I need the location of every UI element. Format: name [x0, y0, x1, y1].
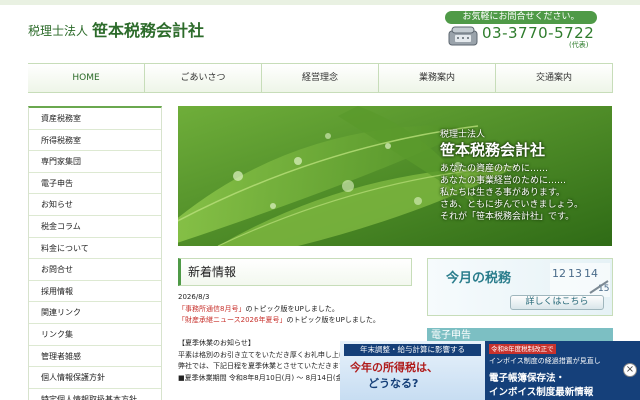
logo-small-text: 税理士法人	[28, 24, 89, 38]
side-nav-item[interactable]: 個人情報保護方針	[29, 367, 161, 389]
nav-greeting[interactable]: ごあいさつ	[144, 64, 261, 92]
top-bar	[0, 0, 640, 5]
hero-title: 笹本税務会計社	[440, 141, 546, 159]
news-text: のトピック版をUPしました。	[286, 316, 380, 324]
ad-right-headline: 電子帳簿保存法・	[489, 373, 566, 384]
cal-num: 12	[552, 267, 566, 280]
news-link[interactable]: 「財産承継ニュース2026年夏号」	[178, 316, 286, 324]
side-nav-item[interactable]: 管理者雑感	[29, 346, 161, 368]
news-date: 2026/8/3	[178, 293, 210, 301]
phone-note: (代表)	[569, 41, 589, 49]
cal-num: 13	[568, 267, 582, 280]
phone-icon	[448, 26, 478, 46]
ad-right-headline2: インボイス制度最新情報	[489, 387, 594, 398]
side-nav-item[interactable]: 専門家集団	[29, 151, 161, 173]
side-nav: 資産税務室 所得税務室 専門家集団 電子申告 お知らせ 税金コラム 料金について…	[28, 106, 162, 400]
ad-close-button[interactable]: ×	[623, 363, 637, 377]
news-heading: 新着情報	[178, 258, 412, 286]
side-nav-item[interactable]: 資産税務室	[29, 108, 161, 130]
side-nav-item[interactable]: 税金コラム	[29, 216, 161, 238]
ad-left-headline2: どうなる?	[368, 377, 419, 390]
monthly-tax-banner[interactable]: 今月の税務 12 13 14 15 詳しくはこちら	[427, 258, 613, 316]
side-nav-item[interactable]: お知らせ	[29, 194, 161, 216]
news-item: 「事務所通信8月号」のトピック版をUPしました。	[178, 304, 423, 316]
side-nav-item[interactable]: 関連リンク	[29, 302, 161, 324]
ad-left-label: 年末調整・給与計算に影響する	[344, 344, 481, 356]
nav-home[interactable]: HOME	[28, 64, 144, 92]
nav-services[interactable]: 業務案内	[378, 64, 495, 92]
side-nav-item[interactable]: お問合せ	[29, 259, 161, 281]
hero-line: それが「笹本税務会計社」です。	[440, 212, 575, 222]
ad-banner[interactable]: 年末調整・給与計算に影響する 今年の所得税は、 どうなる? 令和8年度税制改正で…	[340, 341, 640, 400]
page: 税理士法人 笹本税務会計社 お気軽にお問合せください。 03-3770-5722 …	[0, 0, 640, 400]
side-nav-item[interactable]: 採用情報	[29, 281, 161, 303]
calendar-icon: 12 13 14 15	[550, 263, 610, 297]
side-nav-item[interactable]: 所得税務室	[29, 130, 161, 152]
nav-access[interactable]: 交通案内	[495, 64, 613, 92]
side-nav-item[interactable]: リンク集	[29, 324, 161, 346]
logo-large-text: 笹本税務会計社	[92, 21, 205, 40]
contact-label: お気軽にお問合せください。	[445, 11, 597, 24]
site-logo[interactable]: 税理士法人 笹本税務会計社	[28, 17, 204, 41]
side-nav-item[interactable]: 特定個人情報取扱基本方針	[29, 389, 161, 400]
news-link[interactable]: 「事務所通信8月号」	[178, 305, 245, 313]
ad-left-headline: 今年の所得税は、	[350, 361, 438, 374]
details-button[interactable]: 詳しくはこちら	[510, 295, 604, 310]
nav-philosophy[interactable]: 経営理念	[261, 64, 378, 92]
monthly-tax-title: 今月の税務	[446, 271, 512, 286]
news-item: 「財産承継ニュース2026年夏号」のトピック版をUPしました。	[178, 315, 423, 327]
side-nav-item[interactable]: 料金について	[29, 238, 161, 260]
blank-row	[178, 327, 423, 339]
ad-right-tag: 令和8年度税制改正で	[489, 344, 556, 354]
ad-right-panel[interactable]: 令和8年度税制改正で インボイス制度の経過措置が見直し 電子帳簿保存法・ インボ…	[485, 341, 640, 400]
global-nav: HOME ごあいさつ 経営理念 業務案内 交通案内	[28, 63, 613, 93]
side-nav-item[interactable]: 電子申告	[29, 173, 161, 195]
ad-left-panel[interactable]: 年末調整・給与計算に影響する 今年の所得税は、 どうなる?	[340, 341, 485, 400]
news-text: のトピック版をUPしました。	[245, 304, 339, 313]
ad-right-sub: インボイス制度の経過措置が見直し	[489, 357, 601, 365]
cal-num: 14	[584, 267, 598, 280]
